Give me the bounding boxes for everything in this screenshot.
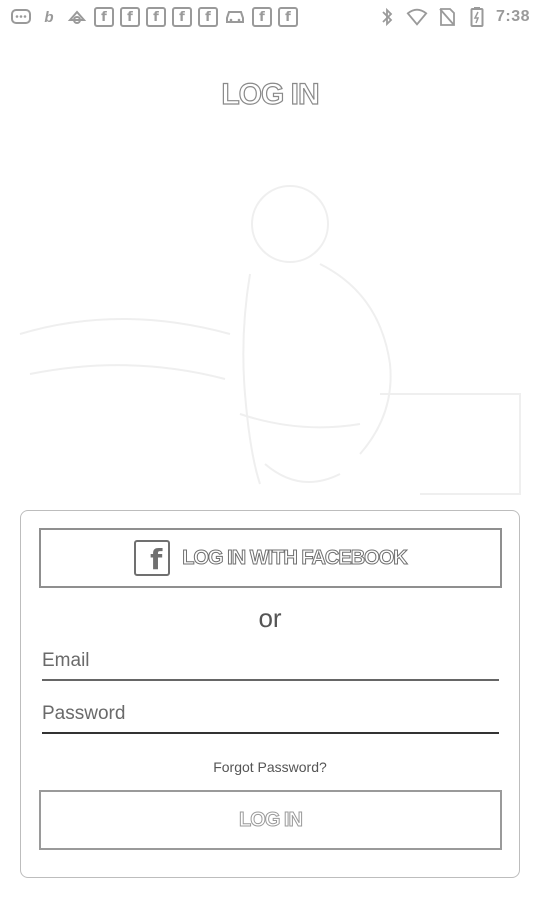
car-icon xyxy=(224,6,246,28)
email-field[interactable] xyxy=(42,645,499,681)
app-icon xyxy=(66,6,88,28)
or-divider-text: or xyxy=(258,603,282,633)
notification-icons: b f f f f f f f xyxy=(10,6,298,28)
facebook-icon: f xyxy=(134,540,171,576)
facebook-login-label: LOG IN WITH FACEBOOK xyxy=(182,546,408,569)
status-bar: b f f f f f f f 7:38 xyxy=(0,0,540,34)
password-field[interactable] xyxy=(42,698,499,734)
wifi-icon xyxy=(406,6,428,28)
messages-icon xyxy=(10,6,32,28)
facebook-icon: f xyxy=(120,7,140,27)
login-card: f LOG IN WITH FACEBOOK or Forgot Passwor… xyxy=(20,510,520,878)
login-button[interactable]: LOG IN xyxy=(39,790,502,850)
facebook-icon: f xyxy=(146,7,166,27)
bluetooth-icon xyxy=(376,6,398,28)
facebook-icon: f xyxy=(252,7,272,27)
facebook-login-button[interactable]: f LOG IN WITH FACEBOOK xyxy=(39,528,502,588)
facebook-icon: f xyxy=(94,7,114,27)
page-title: LOG IN xyxy=(221,77,321,111)
facebook-icon: f xyxy=(172,7,192,27)
status-time: 7:38 xyxy=(495,8,530,25)
no-sim-icon xyxy=(436,6,458,28)
login-button-label: LOG IN xyxy=(239,808,304,831)
facebook-icon: f xyxy=(198,7,218,27)
system-icons: 7:38 xyxy=(376,6,530,28)
facebook-icon: f xyxy=(278,7,298,27)
battery-icon xyxy=(466,6,488,28)
forgot-password-link[interactable]: Forgot Password? xyxy=(21,759,519,775)
b-app-icon: b xyxy=(44,8,54,26)
